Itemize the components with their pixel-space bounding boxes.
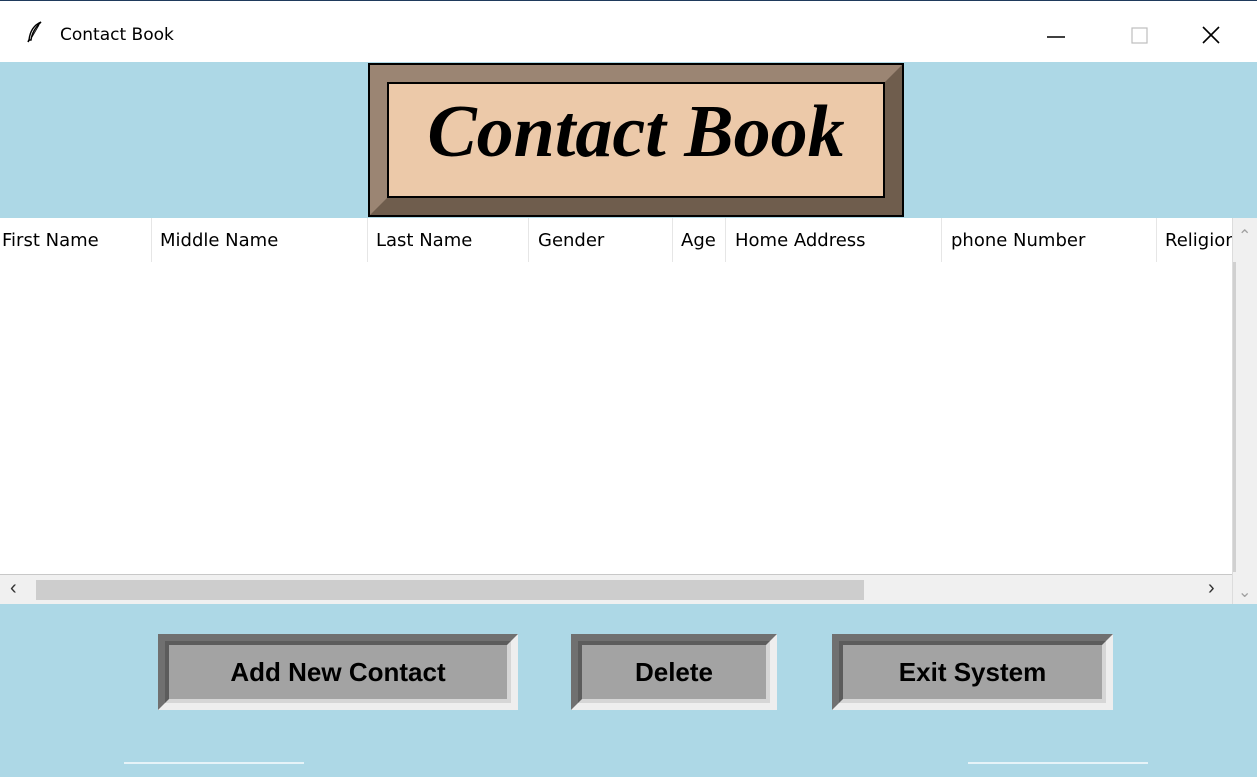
add-button-label: Add New Contact (230, 656, 446, 687)
scroll-right-icon[interactable]: › (1208, 577, 1215, 600)
divider-left (124, 762, 304, 764)
delete-button[interactable]: Delete (571, 634, 777, 710)
scroll-down-icon[interactable]: ⌄ (1238, 582, 1251, 602)
scroll-up-icon[interactable]: ⌃ (1238, 226, 1251, 246)
contact-book-window: Contact Book Contact Book First Name Mid… (0, 0, 1257, 777)
column-header-gender[interactable]: Gender (529, 218, 673, 262)
column-header-last-name[interactable]: Last Name (368, 218, 529, 262)
column-header-religion[interactable]: Religion (1157, 218, 1232, 262)
delete-button-label: Delete (634, 656, 714, 687)
title-bar[interactable]: Contact Book (0, 0, 1257, 62)
table-header: First Name Middle Name Last Name Gender … (0, 218, 1232, 262)
vertical-scroll-track[interactable] (1233, 262, 1236, 572)
column-header-phone-number[interactable]: phone Number (942, 218, 1157, 262)
window-title: Contact Book (60, 25, 174, 45)
page-title: Contact Book (427, 91, 845, 173)
column-header-middle-name[interactable]: Middle Name (152, 218, 368, 262)
column-header-home-address[interactable]: Home Address (726, 218, 942, 262)
scroll-left-icon[interactable]: ‹ (10, 577, 17, 600)
contacts-table[interactable]: First Name Middle Name Last Name Gender … (0, 218, 1257, 604)
minimize-icon[interactable] (1045, 15, 1085, 55)
column-header-age[interactable]: Age (673, 218, 726, 262)
exit-system-button[interactable]: Exit System (832, 634, 1113, 710)
maximize-icon[interactable] (1120, 15, 1160, 55)
add-new-contact-button[interactable]: Add New Contact (158, 634, 518, 710)
horizontal-scroll-thumb[interactable] (36, 580, 864, 600)
vertical-scrollbar[interactable]: ⌃ ⌄ (1232, 218, 1257, 604)
horizontal-scrollbar[interactable]: ‹ › (0, 574, 1232, 604)
table-body[interactable] (0, 262, 1230, 572)
title-frame: Contact Book (368, 63, 904, 217)
feather-icon (27, 21, 42, 43)
column-header-first-name[interactable]: First Name (0, 218, 152, 262)
divider-right (968, 762, 1148, 764)
close-icon[interactable] (1200, 15, 1240, 55)
exit-button-label: Exit System (898, 656, 1047, 687)
